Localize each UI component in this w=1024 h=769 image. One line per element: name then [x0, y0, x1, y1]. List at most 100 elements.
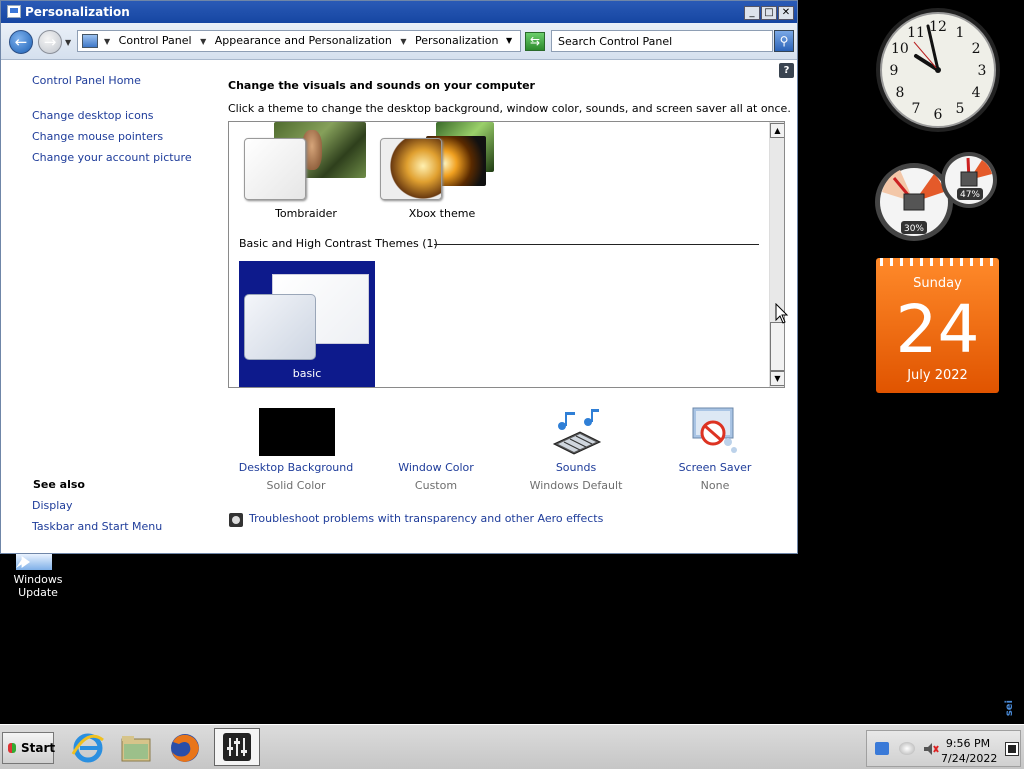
sounds-link[interactable]: Sounds — [516, 461, 636, 474]
screen-saver-link[interactable]: Screen Saver — [655, 461, 775, 474]
mouse-cursor-icon — [775, 303, 789, 324]
calendar-weekday: Sunday — [913, 276, 962, 291]
troubleshoot-aero-link[interactable]: Troubleshoot problems with transparency … — [249, 512, 603, 525]
theme-window-card — [244, 138, 306, 200]
clock-number: 9 — [890, 63, 899, 79]
scroll-thumb[interactable] — [770, 322, 784, 371]
theme-list[interactable]: Tombraider Xbox theme Basic and High Con… — [228, 121, 785, 388]
theme-label: basic — [292, 367, 322, 380]
refresh-icon: ⇆ — [529, 34, 541, 48]
screen-saver-icon[interactable] — [690, 406, 740, 456]
windows-update-icon[interactable] — [16, 554, 52, 570]
internet-explorer-button[interactable] — [70, 730, 106, 766]
theme-label: Tombraider — [275, 207, 337, 220]
desktop-background-link[interactable]: Desktop Background — [226, 461, 366, 474]
minimize-button[interactable]: _ — [744, 6, 760, 20]
personalization-window: Personalization _ □ ✕ ← → ▼ ▼ Control Pa… — [0, 0, 798, 554]
calendar-spiral-binding — [880, 258, 995, 266]
sounds-icon[interactable] — [550, 406, 602, 456]
cpu-meter-gadget[interactable]: 30% 47% — [874, 148, 1000, 244]
theme-window-card — [244, 294, 316, 360]
scroll-down-button[interactable]: ▼ — [770, 371, 784, 386]
title-bar[interactable]: Personalization _ □ ✕ — [1, 1, 797, 23]
refresh-button[interactable]: ⇆ — [525, 32, 545, 51]
sidebar-edge-label: sei — [1004, 700, 1015, 717]
close-button[interactable]: ✕ — [778, 6, 794, 20]
display-link[interactable]: Display — [32, 499, 73, 512]
window-icon — [7, 5, 21, 18]
desktop-background-value: Solid Color — [266, 479, 326, 492]
chevron-down-icon[interactable]: ▼ — [200, 37, 206, 46]
mixer-icon — [223, 733, 251, 761]
mixer-app-button[interactable] — [214, 728, 260, 766]
theme-list-scrollbar[interactable]: ▲ ▼ — [769, 122, 784, 387]
window-color-link[interactable]: Window Color — [376, 461, 496, 474]
control-panel-home-link[interactable]: Control Panel Home — [32, 74, 141, 87]
window-color-value: Custom — [414, 479, 458, 492]
taskbar-clock-time[interactable]: 9:56 PM — [941, 737, 995, 750]
forward-button[interactable]: → — [38, 30, 62, 54]
clock-number: 2 — [972, 41, 981, 57]
breadcrumb: ▼ Control Panel ▼ Appearance and Persona… — [104, 34, 503, 47]
clock-number: 5 — [956, 101, 965, 117]
change-account-picture-link[interactable]: Change your account picture — [32, 151, 192, 164]
search-button[interactable]: ⚲ — [774, 30, 794, 52]
chevron-down-icon[interactable]: ▼ — [104, 37, 110, 46]
change-mouse-pointers-link[interactable]: Change mouse pointers — [32, 130, 163, 143]
window-title: Personalization — [25, 5, 130, 19]
clock-number: 10 — [891, 41, 909, 57]
theme-xbox[interactable]: Xbox theme — [380, 122, 504, 220]
calendar-gadget[interactable]: Sunday 24 July 2022 — [876, 258, 999, 393]
clock-number: 12 — [929, 19, 947, 35]
theme-label: Xbox theme — [408, 207, 476, 220]
recent-pages-dropdown[interactable]: ▼ — [65, 38, 71, 47]
calendar-date: 24 — [895, 291, 980, 368]
forward-arrow-icon: → — [43, 33, 57, 51]
sounds-value: Windows Default — [529, 479, 623, 492]
address-dropdown[interactable]: ▼ — [506, 36, 512, 45]
calendar-month: July 2022 — [907, 368, 968, 383]
cpu-usage-value: 30% — [904, 224, 924, 234]
theme-tombraider[interactable]: Tombraider — [244, 122, 368, 220]
screen-saver-value: None — [700, 479, 730, 492]
safely-remove-icon[interactable] — [899, 742, 915, 755]
windows-flag-icon — [8, 743, 16, 753]
section-header: Basic and High Contrast Themes (1) — [239, 237, 438, 250]
file-explorer-button[interactable] — [118, 730, 154, 766]
clock-number: 6 — [934, 107, 943, 123]
start-label: Start — [21, 741, 56, 755]
clock-number: 3 — [978, 63, 987, 79]
taskbar-clock-date[interactable]: 7/24/2022 — [941, 752, 997, 765]
clock-gadget[interactable]: 12 12 3 45678 9 1011 — [874, 6, 1002, 134]
network-icon[interactable] — [875, 742, 889, 755]
breadcrumb-control-panel[interactable]: Control Panel — [119, 34, 192, 47]
breadcrumb-appearance[interactable]: Appearance and Personalization — [215, 34, 392, 47]
desktop-background-preview[interactable] — [259, 408, 335, 456]
windows-update-label[interactable]: Windows Update — [4, 573, 72, 599]
aero-troubleshoot-icon — [229, 513, 243, 527]
address-box[interactable]: ▼ Control Panel ▼ Appearance and Persona… — [77, 30, 521, 52]
chevron-down-icon: ▼ — [65, 38, 72, 47]
theme-basic[interactable]: basic — [239, 261, 375, 387]
back-button[interactable]: ← — [9, 30, 33, 54]
control-panel-icon — [82, 34, 98, 48]
scroll-up-button[interactable]: ▲ — [770, 123, 784, 138]
maximize-button[interactable]: □ — [761, 6, 777, 20]
search-input[interactable] — [552, 31, 776, 51]
theme-window-card — [380, 138, 442, 200]
volume-muted-icon[interactable] — [923, 742, 939, 756]
breadcrumb-personalization[interactable]: Personalization — [415, 34, 498, 47]
firefox-button[interactable] — [167, 730, 203, 766]
taskbar-start-menu-link[interactable]: Taskbar and Start Menu — [32, 520, 162, 533]
search-box[interactable] — [551, 30, 776, 52]
internet-explorer-icon — [71, 733, 104, 763]
change-desktop-icons-link[interactable]: Change desktop icons — [32, 109, 154, 122]
show-desktop-button[interactable] — [1005, 742, 1019, 756]
help-button[interactable]: ? — [779, 63, 794, 78]
clock-number: 4 — [972, 85, 981, 101]
page-description: Click a theme to change the desktop back… — [228, 102, 791, 115]
start-button[interactable]: Start — [2, 732, 56, 764]
see-also-heading: See also — [33, 478, 85, 491]
chevron-down-icon: ▼ — [774, 374, 781, 383]
chevron-down-icon[interactable]: ▼ — [400, 37, 406, 46]
